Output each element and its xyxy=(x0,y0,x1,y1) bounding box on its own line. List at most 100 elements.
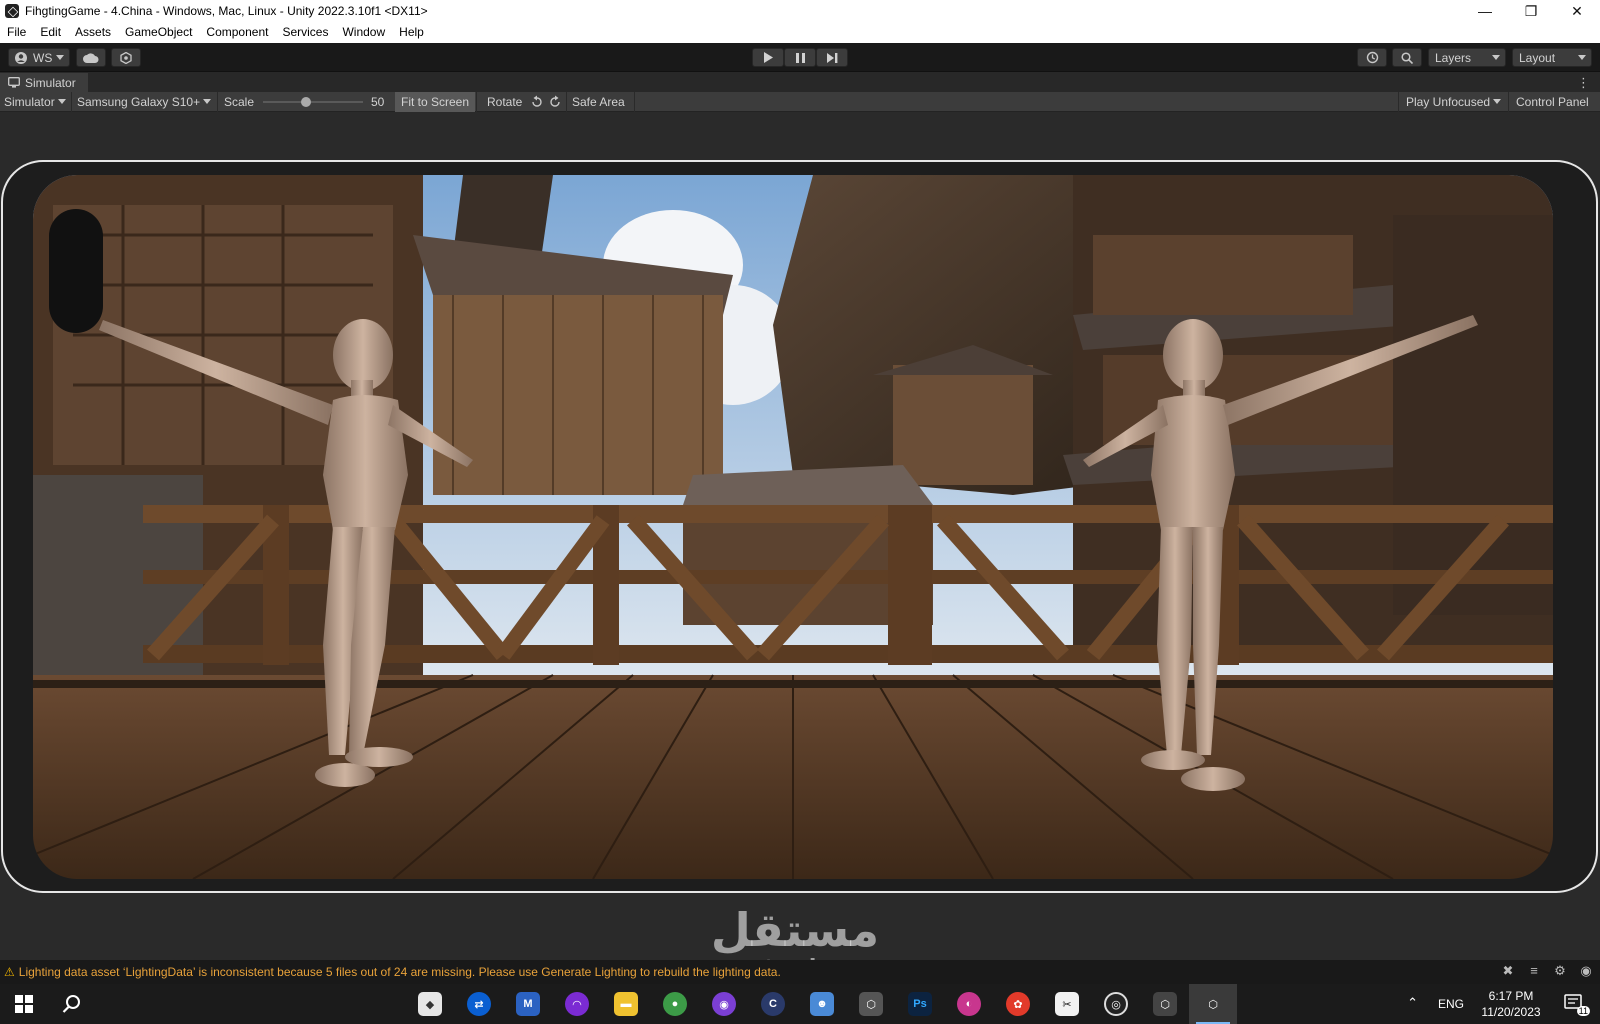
menu-services[interactable]: Services xyxy=(275,22,335,43)
layout-dropdown[interactable]: Layout xyxy=(1512,48,1592,67)
chevron-up-icon[interactable]: ⌃ xyxy=(1407,995,1418,1011)
step-button[interactable] xyxy=(816,48,848,67)
account-dropdown[interactable]: WS xyxy=(8,48,70,67)
chevron-down-icon xyxy=(57,99,66,104)
status-icons: ✖ ≡ ⚙ ◉ xyxy=(1500,963,1594,979)
console-status-bar[interactable]: ⚠ Lighting data asset ‘LightingData’ is … xyxy=(0,960,1600,984)
account-label: WS xyxy=(33,50,53,65)
scale-slider-handle[interactable] xyxy=(301,97,311,107)
photoshop-icon[interactable]: Ps xyxy=(908,992,932,1016)
file-explorer-icon[interactable]: ▬ xyxy=(614,992,638,1016)
affinity-icon[interactable]: ◐ xyxy=(957,992,981,1016)
scale-label: Scale xyxy=(224,95,255,109)
chrome-icon[interactable]: ● xyxy=(663,992,687,1016)
notification-count: 11 xyxy=(1576,1006,1590,1016)
search-icon xyxy=(1401,51,1413,64)
menu-edit[interactable]: Edit xyxy=(33,22,68,43)
notification-center-icon[interactable]: 11 xyxy=(1564,994,1590,1016)
windows-start-icon[interactable] xyxy=(12,992,36,1016)
history-button[interactable] xyxy=(1357,48,1387,67)
window-controls: — ❐ ✕ xyxy=(1462,0,1600,22)
unity-editor-icon[interactable]: ⬡ xyxy=(1153,992,1177,1016)
game-screen[interactable] xyxy=(33,175,1553,879)
simulator-toolbar: Simulator Samsung Galaxy S10+ Scale 50 F… xyxy=(0,92,1600,112)
scale-slider-track[interactable] xyxy=(263,101,363,103)
clock-date: 11/20/2023 xyxy=(1481,1005,1541,1019)
tab-simulator[interactable]: Simulator xyxy=(0,73,88,92)
progress-icon[interactable]: ◉ xyxy=(1578,963,1594,979)
menu-window[interactable]: Window xyxy=(335,22,392,43)
auto-generate-lighting-icon[interactable]: ✖ xyxy=(1500,963,1516,979)
simulator-mode-dropdown[interactable]: Simulator xyxy=(4,92,66,112)
minimize-button[interactable]: — xyxy=(1462,0,1508,22)
chevron-down-icon xyxy=(1493,99,1502,104)
game-scene xyxy=(33,175,1553,879)
teamviewer-icon[interactable]: ⇄ xyxy=(467,992,491,1016)
layers-dropdown[interactable]: Layers xyxy=(1428,48,1506,67)
control-panel-button[interactable]: Control Panel xyxy=(1516,92,1589,112)
clock[interactable]: 6:17 PM 11/20/2023 xyxy=(1476,988,1546,1020)
layout-label: Layout xyxy=(1519,50,1556,65)
collab-button[interactable] xyxy=(111,48,141,67)
close-button[interactable]: ✕ xyxy=(1554,0,1600,22)
pause-button[interactable] xyxy=(784,48,816,67)
device-frame xyxy=(1,160,1598,893)
chevron-down-icon xyxy=(1492,55,1500,60)
status-message: Lighting data asset ‘LightingData’ is in… xyxy=(18,965,781,979)
davinci-resolve-icon[interactable]: ✿ xyxy=(1006,992,1030,1016)
menu-help[interactable]: Help xyxy=(392,22,431,43)
device-dropdown[interactable]: Samsung Galaxy S10+ xyxy=(77,92,212,112)
unity-editor-active-icon[interactable]: ⬡ xyxy=(1201,992,1225,1016)
unity-logo-icon xyxy=(5,4,19,18)
godot-icon[interactable]: ☻ xyxy=(810,992,834,1016)
menu-gameobject[interactable]: GameObject xyxy=(118,22,199,43)
warning-icon: ⚠ xyxy=(4,965,15,979)
device-label: Samsung Galaxy S10+ xyxy=(77,95,201,109)
window-title: FihgtingGame - 4.China - Windows, Mac, L… xyxy=(25,4,428,18)
cloud-button[interactable] xyxy=(76,48,106,67)
camera-cutout xyxy=(49,209,103,333)
search-button[interactable] xyxy=(1392,48,1422,67)
divider xyxy=(634,92,635,112)
menu-bar: File Edit Assets GameObject Component Se… xyxy=(0,22,1600,43)
window-tab-bar: Simulator ⋮ xyxy=(0,73,1600,92)
chevron-down-icon xyxy=(203,99,212,104)
app-icon[interactable]: ◠ xyxy=(565,992,589,1016)
menu-file[interactable]: File xyxy=(0,22,33,43)
cloud-icon xyxy=(83,52,99,63)
menu-component[interactable]: Component xyxy=(199,22,275,43)
menu-assets[interactable]: Assets xyxy=(68,22,118,43)
inkscape-icon[interactable]: ◆ xyxy=(418,992,442,1016)
layers-label: Layers xyxy=(1435,50,1472,65)
language-indicator[interactable]: ENG xyxy=(1438,997,1464,1011)
unity-hub-icon[interactable]: ⬡ xyxy=(859,992,883,1016)
clock-time: 6:17 PM xyxy=(1488,989,1534,1003)
rotate-label: Rotate xyxy=(487,95,523,109)
simulator-mode-label: Simulator xyxy=(4,95,55,109)
cinema4d-icon[interactable]: C xyxy=(761,992,785,1016)
ms-project-icon[interactable]: M xyxy=(516,992,540,1016)
chevron-down-icon xyxy=(1578,55,1586,60)
debug-mode-icon[interactable]: ⚙ xyxy=(1552,963,1568,979)
play-mode-dropdown[interactable]: Play Unfocused xyxy=(1406,92,1502,112)
play-icon xyxy=(764,52,773,63)
divider xyxy=(476,92,477,112)
play-button[interactable] xyxy=(752,48,784,67)
more-options-icon[interactable]: ⋮ xyxy=(1577,73,1590,92)
cache-server-icon[interactable]: ≡ xyxy=(1526,963,1542,979)
search-icon[interactable] xyxy=(60,992,84,1016)
simulator-icon xyxy=(8,77,20,88)
divider xyxy=(217,92,218,112)
divider xyxy=(1398,92,1399,112)
safe-area-toggle[interactable]: Safe Area xyxy=(572,92,625,112)
github-desktop-icon[interactable]: ◉ xyxy=(712,992,736,1016)
main-toolbar: WS Layers Layout xyxy=(0,43,1600,72)
maximize-button[interactable]: ❐ xyxy=(1508,0,1554,22)
obs-icon[interactable]: ◎ xyxy=(1104,992,1128,1016)
chevron-down-icon xyxy=(56,55,64,60)
capcut-icon[interactable]: ✂ xyxy=(1055,992,1079,1016)
account-icon xyxy=(15,51,27,64)
scale-value: 50 xyxy=(371,95,385,109)
step-icon xyxy=(826,52,837,63)
fit-to-screen-button[interactable]: Fit to Screen xyxy=(395,92,476,112)
